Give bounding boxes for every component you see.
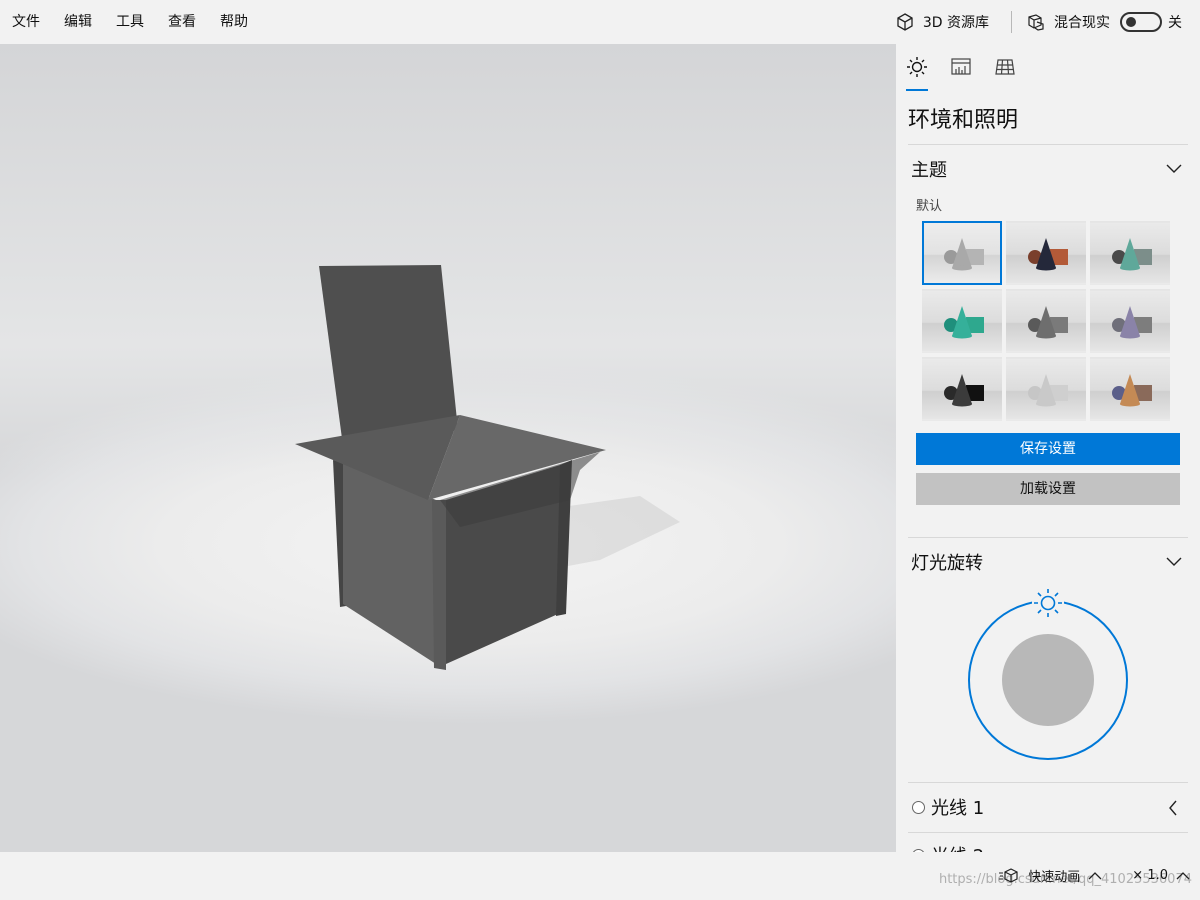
light-2-row[interactable]: 光线 2 [912,842,984,852]
theme-preview-shapes [944,238,984,271]
cube-icon [897,13,913,31]
menu-help[interactable]: 帮助 [208,0,260,44]
menu-tools[interactable]: 工具 [104,0,156,44]
toggle-state-label: 关 [1168,15,1182,31]
top-right-controls: 3D 资源库 混合现实 关 [883,0,1200,44]
theme-cone-base [952,333,972,339]
theme-preview-shapes [1028,374,1068,407]
dial-center-disc [1002,634,1094,726]
theme-default-label: 默认 [916,199,943,214]
theme-cone-base [1036,401,1056,407]
quick-animation-label[interactable]: 快速动画 [1028,866,1080,885]
theme-preview-shapes [1112,306,1152,339]
theme-grid [922,221,1170,421]
theme-thumbnail[interactable] [1006,289,1086,353]
light-rotation-header[interactable]: 灯光旋转 [911,549,983,575]
theme-thumbnail[interactable] [1090,221,1170,285]
divider-light1 [908,782,1188,783]
status-bar: https://blog.csdn.net/qq_41025536074 快速动… [0,852,1200,900]
chevron-up-icon[interactable] [1088,871,1102,881]
toggle-knob [1126,17,1136,27]
theme-cone-base [1120,401,1140,407]
tab-stats[interactable] [950,56,972,78]
theme-cone-base [1036,265,1056,271]
theme-preview-shapes [944,306,984,339]
theme-thumbnail[interactable] [922,289,1002,353]
theme-thumbnail[interactable] [1006,357,1086,421]
tab-grid[interactable] [994,56,1016,78]
theme-section-header[interactable]: 主题 [911,156,947,182]
menu-view[interactable]: 查看 [156,0,208,44]
mixed-reality-label: 混合现实 [1054,15,1110,31]
viewport-scene [295,265,680,670]
theme-thumbnail[interactable] [922,357,1002,421]
load-settings-button[interactable]: 加载设置 [916,473,1180,505]
panel-tabs [906,56,1016,91]
grid-icon [995,59,1015,75]
theme-cone-base [1120,265,1140,271]
sun-icon [907,57,927,77]
right-panel: 环境和照明 主题 默认 保存设置 加载设置 灯光旋转 光线 1 光线 2 [896,44,1200,852]
menu-edit[interactable]: 编辑 [52,0,104,44]
theme-cone-base [1036,333,1056,339]
theme-thumbnail[interactable] [1090,357,1170,421]
tab-environment[interactable] [906,56,928,91]
stats-icon [951,58,971,75]
theme-cone-base [1120,333,1140,339]
light-rotation-dial[interactable] [956,584,1140,774]
mixed-reality-icon [1028,14,1044,31]
theme-preview-shapes [1028,306,1068,339]
light-1-label: 光线 1 [931,798,985,819]
save-settings-button[interactable]: 保存设置 [916,433,1180,465]
3d-library-button[interactable]: 3D 资源库 [883,6,1001,38]
3d-viewport[interactable] [0,44,896,852]
theme-thumbnail[interactable] [1006,221,1086,285]
theme-cone-base [952,265,972,271]
chevron-down-icon[interactable] [1166,555,1182,567]
chevron-up-icon[interactable] [1176,871,1190,881]
theme-preview-shapes [1112,238,1152,271]
light-1-row[interactable]: 光线 1 [912,794,984,820]
divider-light2 [908,832,1188,833]
mixed-reality-toggle[interactable] [1120,12,1162,32]
speed-label[interactable]: × 1.0 [1132,868,1168,883]
3d-library-label: 3D 资源库 [922,15,989,31]
theme-preview-shapes [1112,374,1152,407]
theme-thumbnail[interactable] [1090,289,1170,353]
panel-title: 环境和照明 [908,108,1019,133]
chevron-left-icon[interactable] [1168,800,1178,816]
animation-controls: 快速动画 × 1.0 [998,866,1190,885]
theme-cone-base [952,401,972,407]
divider-title [908,144,1188,145]
menu-file[interactable]: 文件 [0,0,52,44]
mixed-reality-button[interactable]: 混合现实 [1018,12,1118,32]
light-2-label: 光线 2 [931,842,984,852]
toolbar-divider [1011,11,1012,33]
light-1-radio[interactable] [912,800,925,814]
theme-preview-shapes [1028,238,1068,271]
chevron-down-icon[interactable] [1166,162,1182,174]
theme-preview-shapes [944,374,984,407]
theme-thumbnail[interactable] [922,221,1002,285]
animation-cube-icon [999,867,1018,883]
chair-backrest [319,265,458,446]
chair-leg-front [432,500,446,670]
divider-light [908,537,1188,538]
